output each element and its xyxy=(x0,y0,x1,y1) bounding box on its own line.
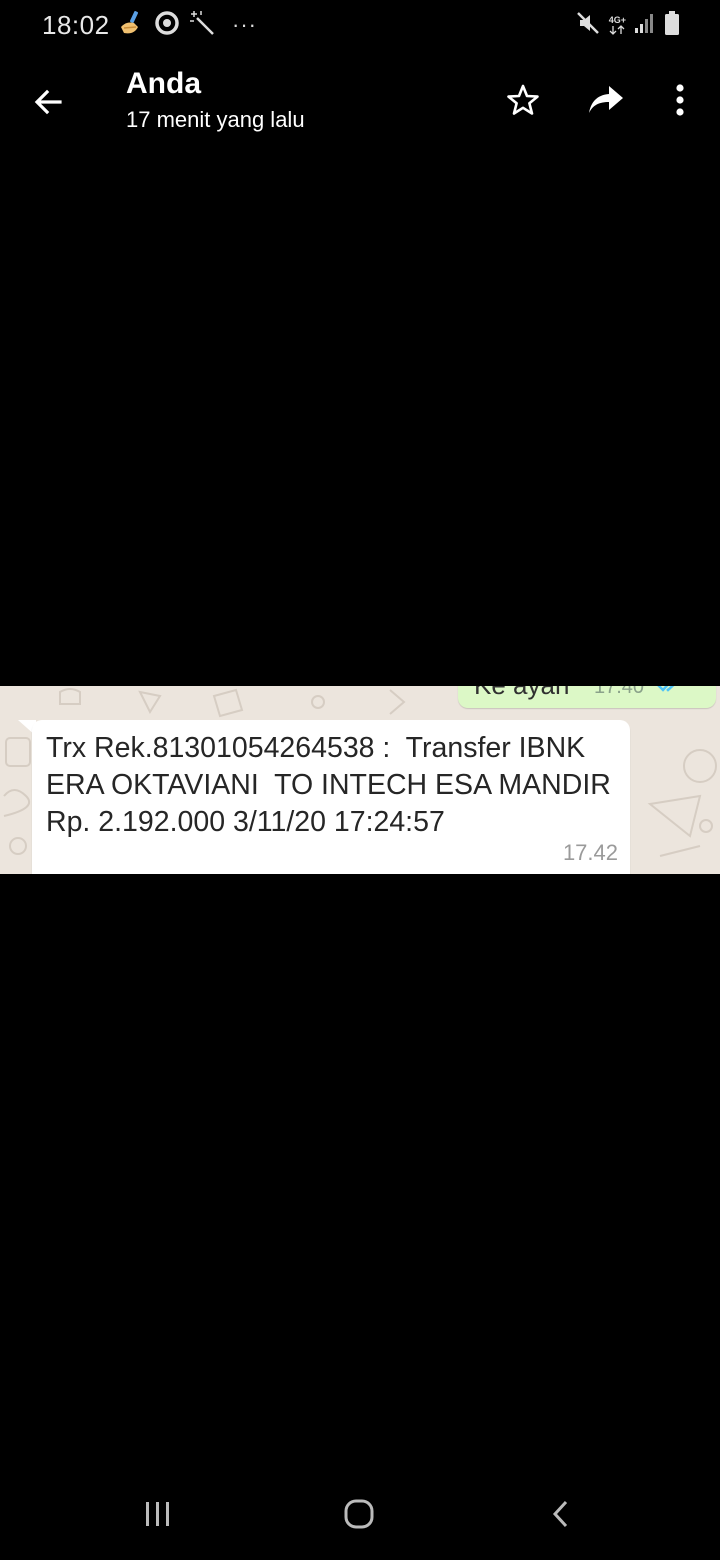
cleaner-icon xyxy=(118,9,146,42)
image-viewer-app-bar: Anda 17 menit yang lalu xyxy=(0,52,720,152)
outgoing-message-bubble: Ke ayah 17.40 xyxy=(458,686,716,708)
recents-button[interactable] xyxy=(134,1496,182,1536)
chat-screenshot-image[interactable]: Ke ayah 17.40 Trx Rek.81301054264538 : T… xyxy=(0,686,720,874)
more-options-button[interactable] xyxy=(656,78,704,126)
star-button[interactable] xyxy=(499,78,547,126)
status-bar: 18:02 ··· 4G+ xyxy=(0,0,720,52)
double-tick-read-icon xyxy=(656,686,686,699)
outgoing-message-text: Ke ayah xyxy=(474,686,569,701)
incoming-message-text: Trx Rek.81301054264538 : Transfer IBNK E… xyxy=(46,732,619,838)
system-status-icons: 4G+ xyxy=(575,10,680,40)
arrow-left-icon xyxy=(32,86,64,123)
star-icon xyxy=(506,83,540,122)
nav-back-button[interactable] xyxy=(537,1496,585,1536)
mute-icon xyxy=(575,10,601,41)
magic-wand-icon xyxy=(188,9,216,42)
network-4g-icon: 4G+ xyxy=(609,15,626,35)
network-type-label: 4G+ xyxy=(608,15,626,25)
recents-icon xyxy=(143,1500,173,1533)
sender-name: Anda xyxy=(126,67,201,100)
image-viewer[interactable]: Ke ayah 17.40 Trx Rek.81301054264538 : T… xyxy=(0,152,720,1470)
forward-button[interactable] xyxy=(582,78,630,126)
system-navigation-bar xyxy=(0,1470,720,1560)
notification-icons: ··· xyxy=(118,10,257,40)
home-button[interactable] xyxy=(335,1496,383,1536)
sent-time: 17 menit yang lalu xyxy=(126,107,305,132)
back-chevron-icon xyxy=(550,1499,572,1534)
home-icon xyxy=(343,1498,375,1535)
more-vert-icon xyxy=(674,83,686,122)
battery-icon xyxy=(664,10,680,41)
back-button[interactable] xyxy=(24,80,72,128)
title-block: Anda 17 menit yang lalu xyxy=(126,66,305,134)
status-time: 18:02 xyxy=(42,10,110,40)
incoming-message-time: 17.42 xyxy=(562,840,618,865)
signal-icon xyxy=(634,11,656,40)
record-icon xyxy=(154,10,180,41)
incoming-message-bubble: Trx Rek.81301054264538 : Transfer IBNK E… xyxy=(32,720,630,874)
more-notifications-icon: ··· xyxy=(232,12,257,37)
forward-icon xyxy=(587,84,625,121)
outgoing-message-time: 17.40 xyxy=(594,686,645,698)
